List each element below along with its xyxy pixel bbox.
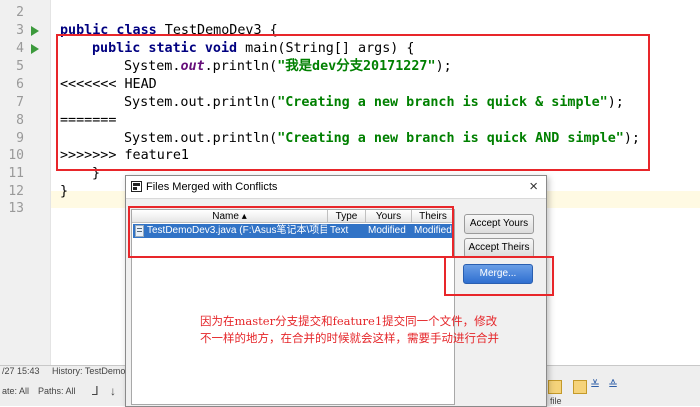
toolbar-icon[interactable] <box>573 380 587 394</box>
line-number: 10 <box>8 148 24 163</box>
code-line-12: } <box>60 184 69 199</box>
dialog-titlebar[interactable]: Files Merged with Conflicts × <box>126 176 546 199</box>
history-tab[interactable]: History: TestDemo1, <box>52 366 133 376</box>
run-main-icon[interactable] <box>31 44 39 54</box>
line-number: 4 <box>16 41 24 56</box>
arrow-down-icon[interactable]: ↓ <box>110 384 116 398</box>
run-class-icon[interactable] <box>31 26 39 36</box>
line-number: 9 <box>16 131 24 146</box>
line-number: 6 <box>16 77 24 92</box>
commit-date: /27 15:43 <box>2 366 40 376</box>
line-number: 11 <box>8 166 24 181</box>
line-gutter: 2 3 4 5 6 7 8 9 10 11 12 13 <box>0 0 51 365</box>
accept-yours-button[interactable]: Accept Yours <box>464 214 534 234</box>
date-filter[interactable]: ate: All <box>2 386 29 396</box>
dialog-title: Files Merged with Conflicts <box>146 181 278 193</box>
toolbar-icon[interactable] <box>548 380 562 394</box>
branch-icon[interactable]: ⅃ <box>92 384 99 398</box>
expand-icon[interactable]: ≚ <box>590 378 600 392</box>
annotation-note: 因为在master分支提交和feature1提交同一个文件，修改不一样的地方，在… <box>200 314 499 345</box>
merge-button-highlight-box <box>444 256 554 296</box>
table-row-highlight-box <box>128 206 454 258</box>
conflict-highlight-box <box>56 34 650 171</box>
collapse-icon[interactable]: ≙ <box>608 378 618 392</box>
line-number: 12 <box>8 184 24 199</box>
close-icon[interactable]: × <box>529 178 538 195</box>
line-number: 5 <box>16 59 24 74</box>
line-number: 2 <box>16 5 24 20</box>
line-number: 8 <box>16 113 24 128</box>
line-number: 7 <box>16 95 24 110</box>
app-icon <box>131 181 142 192</box>
accept-theirs-button[interactable]: Accept Theirs <box>464 238 534 258</box>
paths-filter[interactable]: Paths: All <box>38 386 76 396</box>
line-number: 13 <box>8 201 24 216</box>
line-number: 3 <box>16 23 24 38</box>
